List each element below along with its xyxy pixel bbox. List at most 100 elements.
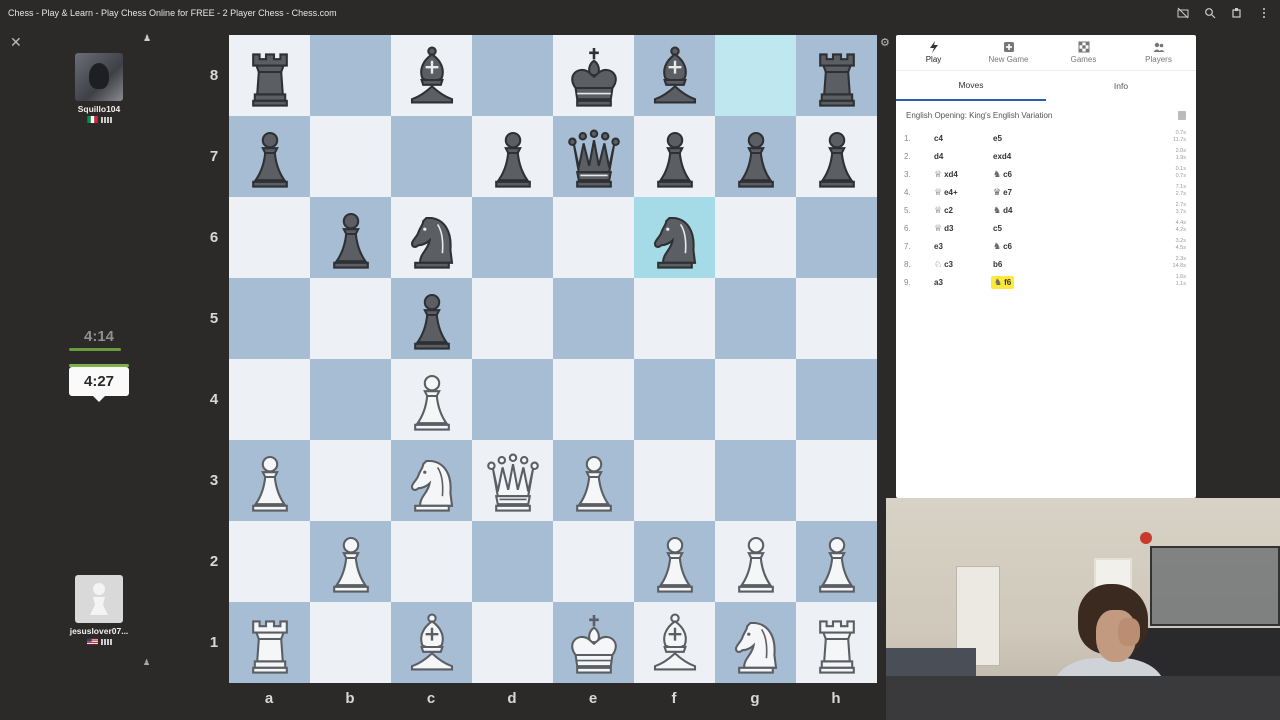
white-pawn-icon[interactable] [720,526,792,598]
square-c1[interactable] [391,602,472,683]
square-f1[interactable] [634,602,715,683]
square-g5[interactable] [715,278,796,359]
square-e3[interactable] [553,440,634,521]
square-a7[interactable] [229,116,310,197]
square-g3[interactable] [715,440,796,521]
square-h3[interactable] [796,440,877,521]
square-b5[interactable] [310,278,391,359]
black-move[interactable]: exd4 [993,152,1011,161]
white-move[interactable]: ♕ d3 [934,223,953,234]
white-move[interactable]: ♕ xd4 [934,169,958,180]
square-c8[interactable] [391,35,472,116]
square-a6[interactable] [229,197,310,278]
square-e7[interactable] [553,116,634,197]
black-rook-icon[interactable] [801,40,873,112]
tab-new-game[interactable]: New Game [971,35,1046,70]
square-h7[interactable] [796,116,877,197]
square-h8[interactable] [796,35,877,116]
more-menu-icon[interactable] [1257,7,1270,20]
square-h6[interactable] [796,197,877,278]
square-e4[interactable] [553,359,634,440]
bottom-player-name[interactable]: jesuslover07... [59,626,139,636]
square-a5[interactable] [229,278,310,359]
white-pawn-icon[interactable] [234,445,306,517]
square-h5[interactable] [796,278,877,359]
square-b4[interactable] [310,359,391,440]
black-knight-icon[interactable] [639,202,711,274]
black-move[interactable]: c5 [993,224,1002,233]
black-pawn-icon[interactable] [801,121,873,193]
white-bishop-icon[interactable] [639,607,711,679]
black-pawn-icon[interactable] [720,121,792,193]
white-move[interactable]: a3 [934,278,943,287]
black-pawn-icon[interactable] [234,121,306,193]
black-pawn-icon[interactable] [315,202,387,274]
square-f2[interactable] [634,521,715,602]
square-e6[interactable] [553,197,634,278]
square-b8[interactable] [310,35,391,116]
black-queen-icon[interactable] [558,121,630,193]
white-knight-icon[interactable] [720,607,792,679]
white-rook-icon[interactable] [801,607,873,679]
square-e2[interactable] [553,521,634,602]
square-d8[interactable] [472,35,553,116]
square-g6[interactable] [715,197,796,278]
black-rook-icon[interactable] [234,40,306,112]
player-settings-icon[interactable]: ♟ [143,658,150,667]
square-g2[interactable] [715,521,796,602]
chess-board[interactable] [229,35,877,683]
white-move[interactable]: d4 [934,152,943,161]
square-d5[interactable] [472,278,553,359]
white-pawn-icon[interactable] [315,526,387,598]
square-f8[interactable] [634,35,715,116]
square-f4[interactable] [634,359,715,440]
square-c5[interactable] [391,278,472,359]
square-d7[interactable] [472,116,553,197]
square-d3[interactable] [472,440,553,521]
book-icon[interactable] [1178,111,1186,120]
square-d2[interactable] [472,521,553,602]
black-bishop-icon[interactable] [396,40,468,112]
square-b6[interactable] [310,197,391,278]
square-b7[interactable] [310,116,391,197]
black-bishop-icon[interactable] [639,40,711,112]
zoom-icon[interactable] [1203,7,1216,20]
square-h1[interactable] [796,602,877,683]
square-c2[interactable] [391,521,472,602]
close-icon[interactable]: ✕ [10,34,22,51]
square-h4[interactable] [796,359,877,440]
square-e5[interactable] [553,278,634,359]
square-a4[interactable] [229,359,310,440]
square-b1[interactable] [310,602,391,683]
white-rook-icon[interactable] [234,607,306,679]
extensions-icon[interactable] [1230,7,1243,20]
square-d6[interactable] [472,197,553,278]
top-player-name[interactable]: Squillo104 [59,104,139,114]
black-move[interactable]: ♞ d4 [993,205,1012,216]
avatar[interactable] [75,575,123,623]
white-move[interactable]: ♕ c2 [934,205,953,216]
black-knight-icon[interactable] [396,202,468,274]
gear-icon[interactable]: ⚙ [880,36,890,49]
white-knight-icon[interactable] [396,445,468,517]
white-move[interactable]: e3 [934,242,943,251]
square-a1[interactable] [229,602,310,683]
square-d1[interactable] [472,602,553,683]
white-pawn-icon[interactable] [639,526,711,598]
black-move[interactable]: ♞ c6 [993,241,1012,252]
tab-players[interactable]: Players [1121,35,1196,70]
square-f6[interactable] [634,197,715,278]
white-pawn-icon[interactable] [396,364,468,436]
square-f3[interactable] [634,440,715,521]
square-a8[interactable] [229,35,310,116]
square-f7[interactable] [634,116,715,197]
square-c6[interactable] [391,197,472,278]
square-a3[interactable] [229,440,310,521]
white-queen-icon[interactable] [477,445,549,517]
square-c7[interactable] [391,116,472,197]
black-move[interactable]: ♞ c6 [993,169,1012,180]
black-pawn-icon[interactable] [639,121,711,193]
white-move[interactable]: ♕ e4+ [934,187,958,198]
avatar[interactable] [75,53,123,101]
white-pawn-icon[interactable] [801,526,873,598]
